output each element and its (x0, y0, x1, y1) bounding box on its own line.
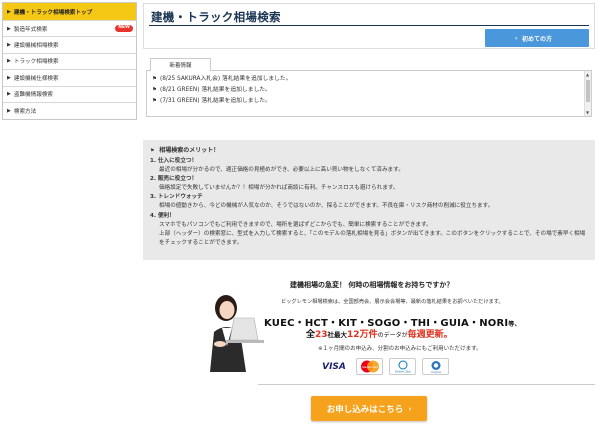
first-time-label: 初めての方 (521, 35, 552, 43)
chevron-right-icon: ▶ (7, 42, 11, 49)
chevron-right-icon: ▶ (7, 58, 11, 65)
apply-button[interactable]: お申し込みはこちら › (311, 396, 427, 421)
sidebar-item-label: 盗難機情報検索 (13, 92, 54, 99)
news-text: (7/31 GREEN) 落札結果を追加しました。 (159, 98, 271, 104)
news-item[interactable]: ⚑ (7/31 GREEN) 落札結果を追加しました。 (147, 96, 591, 107)
first-time-button[interactable]: › 初めての方 (485, 29, 589, 47)
promo-stats: 全23社最大12万件のデータが毎週更新。 (306, 327, 453, 340)
merit-head: 2. 販売に役立つ！ (150, 176, 198, 183)
merit-body: 最近の相場が分かるので、適正価格の見極めができ、必要以上に高い買い物をしなくて済… (159, 167, 404, 174)
sidebar-item-stolen[interactable]: ▶ 盗難機情報検索 (3, 86, 136, 103)
sidebar-item-top[interactable]: ▶ 建機・トラック相場検索トップ (3, 3, 136, 21)
visa-text: VISA (322, 361, 346, 372)
sidebar-item-machine-spec[interactable]: ▶ 建設機械仕様検索 (3, 70, 136, 87)
chevron-right-icon: ▶ (7, 74, 11, 81)
stats-record-count: 12万件 (347, 330, 378, 340)
chevron-right-icon: ▶ (7, 91, 11, 98)
merit-body: スマホでもパソコンでもご利用できますので、場所を選ばずどこからでも、簡単に検索す… (159, 221, 586, 246)
stats-data-label: のデータが (377, 332, 408, 339)
title-divider (149, 25, 589, 26)
sidebar-item-label: トラック相場検索 (13, 59, 59, 66)
chevron-right-icon: ▶ (7, 25, 11, 32)
news-text: (8/25 SAKURA入札会) 落札結果を追加しました。 (159, 76, 292, 82)
stats-middle: 社最大 (327, 331, 348, 339)
merit-box: ⚑ 相場検索のメリット！ 1. 仕入に役立つ！ 最近の相場が分かるので、適正価格… (143, 140, 595, 260)
merit-head: 4. 便利！ (150, 212, 175, 219)
sidebar-item-how-to[interactable]: ▶ 検索方法 (3, 102, 136, 120)
merit-head: 1. 仕入に役立つ！ (150, 158, 198, 164)
scroll-up-icon[interactable]: ▲ (586, 72, 589, 77)
woman-with-laptop-image (210, 295, 264, 372)
payment-cards: VISA MasterCard Diners Club Cedyna (318, 358, 449, 375)
brands-suffix: 等、 (508, 321, 521, 328)
merit-title: ⚑ 相場検索のメリット！ (150, 145, 588, 154)
page-title: 建機・トラック相場検索 (151, 10, 281, 24)
merit-item: 2. 販売に役立つ！ 価格設定で失敗していませんか？！相場が分かれば商談に有利。… (150, 175, 588, 193)
cedyna-icon: Cedyna (422, 358, 449, 375)
promo-divider (258, 384, 595, 385)
sidebar-item-label: 建設機械仕様検索 (13, 75, 59, 82)
merit-head: 3. トレンドウォッチ (150, 194, 203, 201)
promo-heading: 建機相場の急変！ 何時の相場情報をお持ちですか？ (290, 281, 454, 289)
merit-item: 4. 便利！ スマホでもパソコンでもご利用できますので、場所を選ばずどこからでも… (150, 212, 588, 248)
title-panel: 建機・トラック相場検索 › 初めての方 (143, 3, 595, 49)
promo-subtext: ビッグレモン相場検索は、全国部売会、展示会会場等、最新の落札結果をお調べいただけ… (281, 299, 504, 305)
mastercard-icon: MasterCard (356, 358, 383, 375)
diners-club-icon: Diners Club (389, 358, 416, 375)
flag-icon: ⚑ (152, 76, 157, 82)
stats-prefix: 全 (306, 330, 316, 340)
sidebar-item-year-search[interactable]: ▶ 製造年式検索 NEW (3, 21, 136, 38)
stats-weekly-update: 毎週更新。 (407, 330, 453, 340)
tab-news[interactable]: 新着情報 (150, 58, 211, 71)
merit-item: 1. 仕入に役立つ！ 最近の相場が分かるので、適正価格の見極めができ、必要以上に… (150, 157, 588, 175)
promo-note: ※１ヶ月間のお申込み、分割のお申込みにもご利用いただけます。 (318, 346, 482, 352)
flag-icon: ⚑ (152, 87, 157, 93)
visa-icon: VISA (318, 358, 350, 375)
news-item[interactable]: ⚑ (8/25 SAKURA入札会) 落札結果を追加しました。 (147, 74, 591, 85)
main-header: 建機・トラック相場検索 › 初めての方 (143, 3, 595, 49)
news-list: ⚑ (8/25 SAKURA入札会) 落札結果を追加しました。 ⚑ (8/21 GR… (146, 70, 592, 117)
scroll-thumb[interactable] (586, 80, 590, 102)
merit-body: 価格設定で失敗していませんか？！相場が分かれば商談に有利。チャンスロスも避けられ… (159, 185, 399, 192)
svg-text:Cedyna: Cedyna (431, 370, 441, 374)
merit-item: 3. トレンドウォッチ 相場の値動きから、今どの機械が人気なのか、そうではないの… (150, 193, 588, 211)
sidebar-item-label: 建設機械相場検索 (13, 43, 59, 50)
scroll-down-icon[interactable]: ▼ (586, 110, 589, 115)
svg-text:MasterCard: MasterCard (362, 365, 378, 369)
merit-body: 相場の値動きから、今どの機械が人気なのか、そうではないのか、探ることができます。… (159, 203, 494, 210)
chevron-right-icon: › (515, 34, 518, 42)
new-badge: NEW (115, 25, 133, 32)
sidebar-item-machine-price[interactable]: ▶ 建設機械相場検索 (3, 37, 136, 54)
sidebar-item-truck-price[interactable]: ▶ トラック相場検索 (3, 53, 136, 71)
news-text: (8/21 GREEN) 落札結果を追加しました。 (159, 87, 271, 93)
flag-icon: ⚑ (150, 148, 157, 154)
news-scrollbar[interactable]: ▲ ▼ (584, 71, 591, 116)
sidebar-item-label: 建機・トラック相場検索トップ (13, 9, 93, 16)
chevron-right-icon: › (408, 404, 412, 413)
flag-icon: ⚑ (152, 98, 157, 104)
stats-company-count: 23 (315, 330, 328, 340)
sidebar-item-label: 製造年式検索 (13, 26, 48, 33)
apply-label: お申し込みはこちら (326, 404, 404, 415)
news-item[interactable]: ⚑ (8/21 GREEN) 落札結果を追加しました。 (147, 85, 591, 96)
svg-text:Diners Club: Diners Club (395, 370, 411, 374)
chevron-right-icon: ▶ (7, 108, 11, 115)
sidebar-item-label: 検索方法 (13, 109, 37, 116)
chevron-right-icon: ▶ (7, 8, 11, 15)
sidebar: ▶ 建機・トラック相場検索トップ ▶ 製造年式検索 NEW ▶ 建設機械相場検索… (2, 2, 137, 121)
merit-title-text: 相場検索のメリット！ (159, 147, 220, 154)
